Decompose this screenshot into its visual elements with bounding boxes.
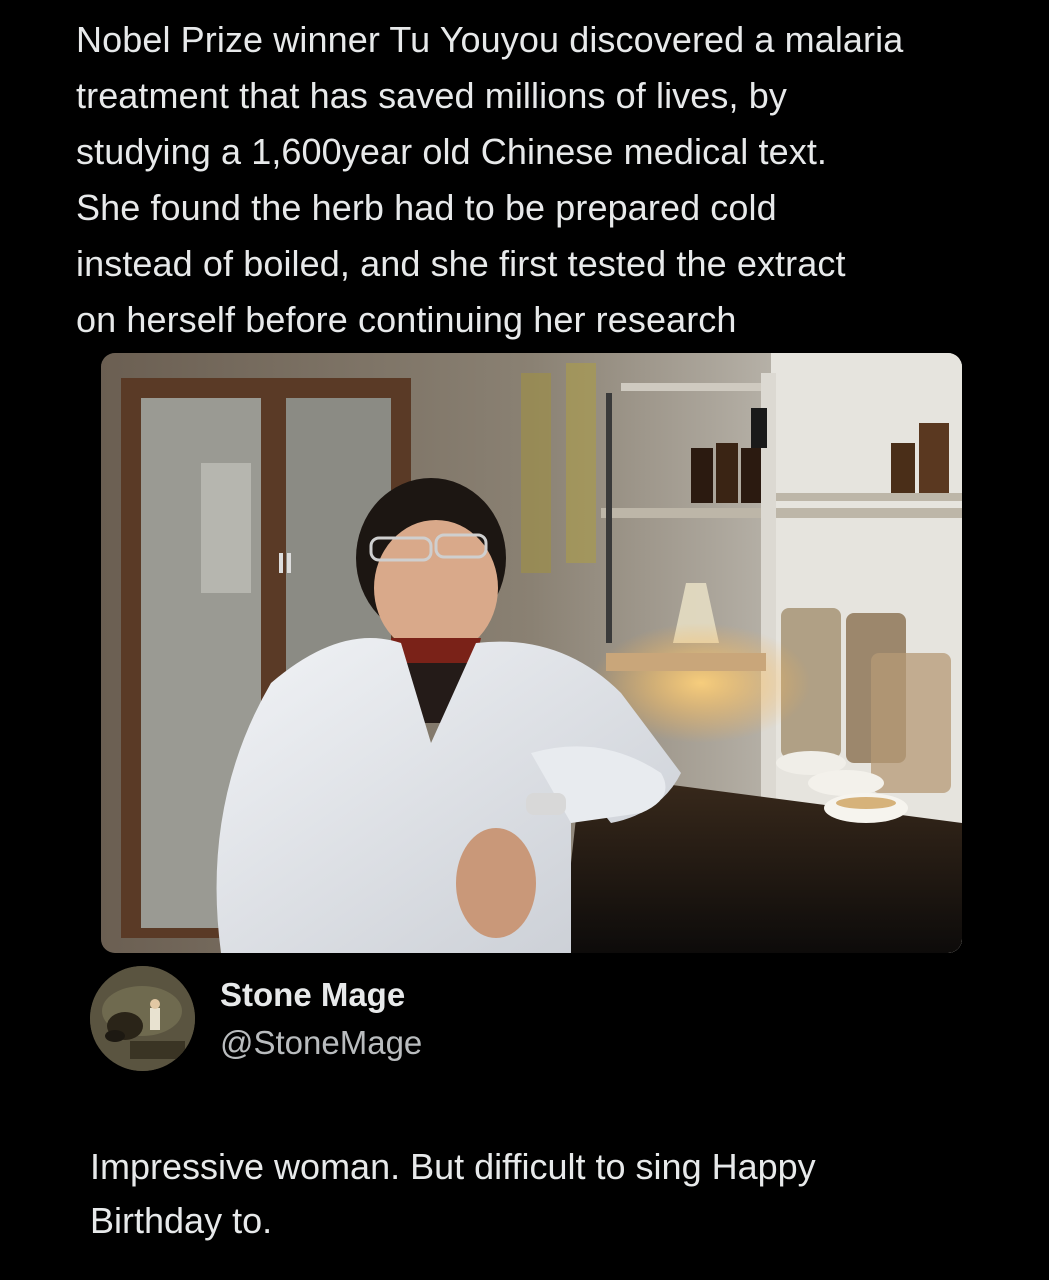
post-text-line: instead of boiled, and she first tested … [76, 243, 846, 284]
reply-text: Impressive woman. But difficult to sing … [90, 1140, 1010, 1248]
post-text-line: She found the herb had to be prepared co… [76, 187, 777, 228]
author-handle[interactable]: @StoneMage [220, 1024, 422, 1062]
lab-photo-illustration [101, 353, 962, 953]
post-text: Nobel Prize winner Tu Youyou discovered … [76, 12, 1026, 348]
post-text-line: Nobel Prize winner Tu Youyou discovered … [76, 19, 904, 60]
avatar-image [90, 966, 195, 1071]
reply-text-line: Impressive woman. But difficult to sing … [90, 1146, 816, 1187]
quoted-author[interactable]: Stone Mage @StoneMage [90, 962, 990, 1082]
post-text-line: studying a 1,600year old Chinese medical… [76, 131, 828, 172]
post-text-line: on herself before continuing her researc… [76, 299, 737, 340]
post-text-line: treatment that has saved millions of liv… [76, 75, 787, 116]
avatar[interactable] [90, 966, 195, 1071]
reply-text-line: Birthday to. [90, 1200, 273, 1241]
author-display-name[interactable]: Stone Mage [220, 976, 405, 1014]
post-photo[interactable] [101, 353, 962, 953]
